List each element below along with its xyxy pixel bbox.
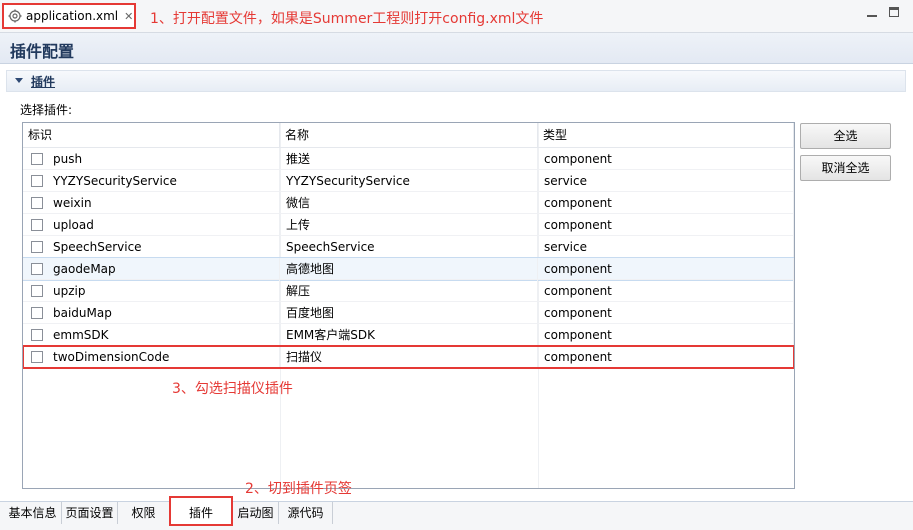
table-row[interactable]: weixin 微信 component — [23, 192, 794, 214]
table-row-scanner-plugin[interactable]: twoDimensionCode 扫描仪 component — [23, 345, 794, 369]
row-checkbox[interactable] — [31, 153, 43, 165]
page-header: 插件配置 — [0, 33, 913, 64]
plugin-id: push — [53, 152, 83, 166]
plugin-table: 标识 名称 类型 push 推送 component YYZYSecurityS… — [22, 122, 795, 489]
tab-plugins[interactable]: 插件 — [169, 496, 233, 526]
plugin-section-header[interactable]: 插件 — [6, 70, 906, 92]
plugin-id: upzip — [53, 284, 86, 298]
file-tab-label: application.xml — [26, 9, 119, 23]
annotation-step2: 2、切到插件页签 — [245, 481, 352, 497]
tab-page-settings[interactable]: 页面设置 — [62, 502, 118, 524]
window-controls — [867, 7, 899, 17]
gear-icon — [8, 9, 22, 23]
plugin-type: component — [538, 192, 794, 214]
tab-permissions[interactable]: 权限 — [118, 502, 170, 524]
table-row[interactable]: push 推送 component — [23, 148, 794, 170]
plugin-id: upload — [53, 218, 94, 232]
plugin-name: 上传 — [280, 214, 538, 236]
deselect-all-button[interactable]: 取消全选 — [800, 155, 891, 181]
table-row-highlighted[interactable]: gaodeMap 高德地图 component — [23, 257, 794, 281]
row-checkbox[interactable] — [31, 241, 43, 253]
plugin-name: 高德地图 — [280, 258, 538, 280]
table-row[interactable]: YYZYSecurityService YYZYSecurityService … — [23, 170, 794, 192]
plugin-id: weixin — [53, 196, 92, 210]
table-row[interactable]: baiduMap 百度地图 component — [23, 302, 794, 324]
select-all-button[interactable]: 全选 — [800, 123, 891, 149]
plugin-type: component — [538, 148, 794, 170]
table-row[interactable]: upzip 解压 component — [23, 280, 794, 302]
plugin-name: 扫描仪 — [280, 346, 538, 368]
column-header-type[interactable]: 类型 — [538, 123, 794, 147]
plugin-name: EMM客户端SDK — [280, 324, 538, 346]
table-header: 标识 名称 类型 — [23, 123, 794, 148]
minimize-icon[interactable] — [867, 7, 877, 17]
annotation-step1: 1、打开配置文件，如果是Summer工程则打开config.xml文件 — [150, 11, 544, 27]
row-checkbox[interactable] — [31, 351, 43, 363]
plugin-id: emmSDK — [53, 328, 109, 342]
plugin-name: 百度地图 — [280, 302, 538, 324]
plugin-name: YYZYSecurityService — [280, 170, 538, 192]
section-label: 插件 — [31, 75, 56, 89]
choose-plugin-label: 选择插件: — [20, 103, 73, 117]
plugin-name: 推送 — [280, 148, 538, 170]
maximize-icon[interactable] — [889, 7, 899, 17]
plugin-id: twoDimensionCode — [53, 350, 170, 364]
plugin-type: service — [538, 236, 794, 258]
file-tab-application-xml[interactable]: application.xml ✕ — [2, 3, 136, 29]
row-checkbox[interactable] — [31, 285, 43, 297]
plugin-type: component — [538, 324, 794, 346]
row-checkbox[interactable] — [31, 329, 43, 341]
plugin-type: component — [538, 258, 794, 280]
plugin-type: component — [538, 214, 794, 236]
plugin-name: 微信 — [280, 192, 538, 214]
row-checkbox[interactable] — [31, 219, 43, 231]
plugin-name: SpeechService — [280, 236, 538, 258]
row-checkbox[interactable] — [31, 175, 43, 187]
table-row[interactable]: upload 上传 component — [23, 214, 794, 236]
table-body: push 推送 component YYZYSecurityService YY… — [23, 148, 794, 369]
row-checkbox[interactable] — [31, 197, 43, 209]
plugin-id: YYZYSecurityService — [53, 174, 177, 188]
plugin-type: component — [538, 280, 794, 302]
plugin-type: component — [538, 346, 794, 368]
plugin-id: baiduMap — [53, 306, 112, 320]
row-checkbox[interactable] — [31, 307, 43, 319]
tab-launch-image[interactable]: 启动图 — [233, 502, 279, 524]
plugin-type: service — [538, 170, 794, 192]
close-icon[interactable]: ✕ — [124, 10, 133, 23]
tab-basic-info[interactable]: 基本信息 — [4, 502, 62, 524]
plugin-type: component — [538, 302, 794, 324]
page-title: 插件配置 — [10, 42, 75, 61]
plugin-name: 解压 — [280, 280, 538, 302]
table-row[interactable]: emmSDK EMM客户端SDK component — [23, 324, 794, 346]
annotation-step3: 3、勾选扫描仪插件 — [172, 381, 293, 397]
tab-source-code[interactable]: 源代码 — [279, 502, 333, 524]
table-row[interactable]: SpeechService SpeechService service — [23, 236, 794, 258]
plugin-id: gaodeMap — [53, 262, 116, 276]
collapse-triangle-icon[interactable] — [15, 78, 23, 83]
row-checkbox[interactable] — [31, 263, 43, 275]
plugin-id: SpeechService — [53, 240, 142, 254]
column-header-id[interactable]: 标识 — [23, 123, 280, 147]
column-header-name[interactable]: 名称 — [280, 123, 538, 147]
